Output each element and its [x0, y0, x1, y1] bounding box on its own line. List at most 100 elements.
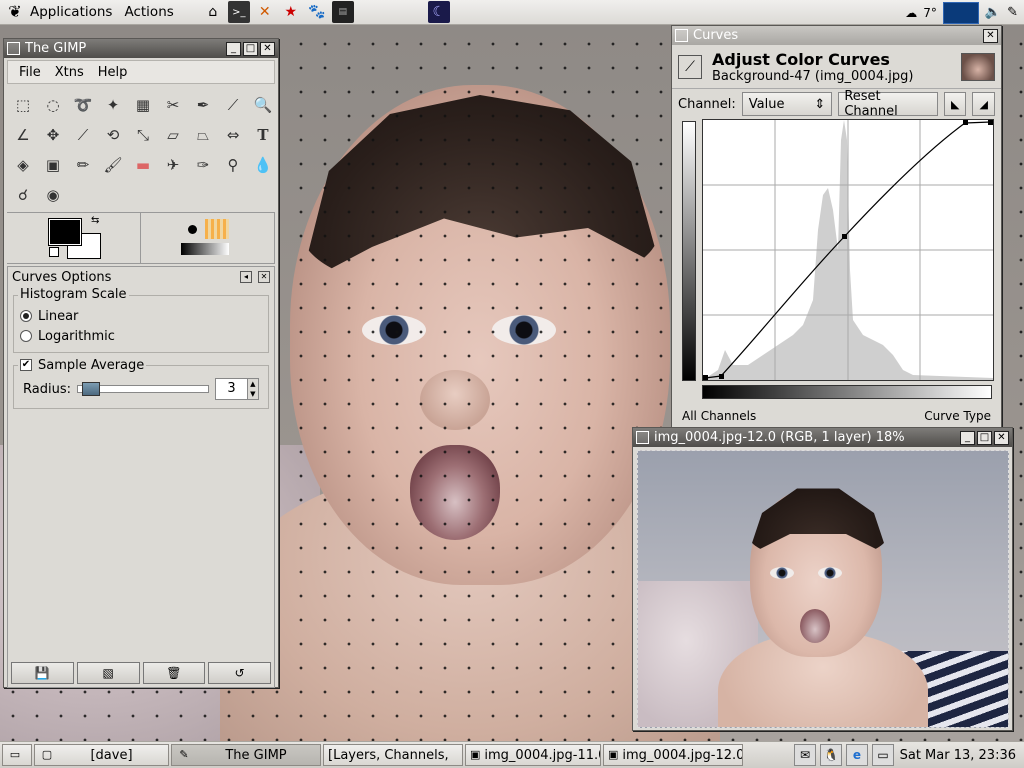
reset-channel-button[interactable]: Reset Channel	[838, 89, 938, 119]
system-monitor-icon[interactable]	[942, 1, 979, 24]
dock-close-icon[interactable]: ✕	[258, 271, 270, 283]
task-the-gimp[interactable]: ✎ The GIMP	[171, 744, 321, 766]
star-icon[interactable]: ★	[280, 1, 302, 23]
actions-menu[interactable]: Actions	[118, 0, 179, 25]
smudge-icon[interactable]: 💧	[248, 150, 278, 180]
fuzzy-select-icon[interactable]: ✦	[98, 90, 128, 120]
logarithmic-radio[interactable]	[20, 330, 32, 342]
radius-slider-thumb[interactable]	[81, 382, 100, 396]
radius-slider[interactable]	[76, 382, 210, 396]
task-image-11[interactable]: ▣ img_0004.jpg-11.0	[465, 744, 601, 766]
moon-icon[interactable]: ☾	[427, 1, 450, 23]
minimize-button[interactable]: _	[960, 430, 975, 445]
image-titlebar[interactable]: img_0004.jpg-12.0 (RGB, 1 layer) 18% _ □…	[633, 428, 1012, 447]
show-desktop-button[interactable]: ▭	[2, 744, 32, 766]
window-menu-icon[interactable]	[636, 431, 649, 444]
gimp-tray-icon[interactable]: ✎	[1007, 5, 1018, 20]
airbrush-icon[interactable]: ✈	[158, 150, 188, 180]
rect-select-icon[interactable]: ⬚	[8, 90, 38, 120]
channel-select[interactable]: Value ⇕	[741, 92, 833, 116]
sample-average-row[interactable]: ✔ Sample Average	[18, 355, 147, 375]
mail-icon[interactable]: ✉	[794, 744, 816, 766]
applications-menu[interactable]: ❦ Applications	[0, 0, 118, 25]
gimp-toolbox-window: The GIMP _ □ ✕ File Xtns Help ⬚ ◌ ➰ ✦ ▦ …	[3, 38, 279, 688]
perspective-icon[interactable]: ⏢	[188, 120, 218, 150]
swap-colors-icon[interactable]: ⇆	[91, 215, 99, 226]
blend-icon[interactable]: ▣	[38, 150, 68, 180]
ink-icon[interactable]: ✑	[188, 150, 218, 180]
terminal-icon[interactable]: >_	[227, 1, 250, 23]
color-select-icon[interactable]: ▦	[128, 90, 158, 120]
home-icon[interactable]: ⌂	[202, 1, 224, 23]
task-layers-channels[interactable]: [Layers, Channels,	[323, 744, 463, 766]
dodge-icon[interactable]: ☌	[8, 180, 38, 210]
ellipse-select-icon[interactable]: ◌	[38, 90, 68, 120]
scale-icon[interactable]: ⤡	[128, 120, 158, 150]
eraser-icon[interactable]: ▬	[128, 150, 158, 180]
x-icon[interactable]: ✕	[254, 1, 276, 23]
curves-graph[interactable]	[702, 119, 994, 381]
brush-preview[interactable]	[181, 219, 203, 239]
weather-icon[interactable]: ☁	[905, 6, 917, 20]
toolbox-titlebar[interactable]: The GIMP _ □ ✕	[4, 39, 278, 58]
flip-icon[interactable]: ⇔	[218, 120, 248, 150]
task-dave[interactable]: ▢ [dave]	[34, 744, 169, 766]
window-menu-icon[interactable]	[675, 29, 688, 42]
close-button[interactable]: ✕	[260, 41, 275, 56]
radius-spin-buttons[interactable]: ▲ ▼	[247, 378, 259, 400]
task-image-12[interactable]: ▣ img_0004.jpg-12.0	[603, 744, 743, 766]
color-picker-icon[interactable]: ⟋	[218, 90, 248, 120]
restore-options-icon[interactable]: ▧	[76, 662, 140, 684]
pattern-preview[interactable]	[205, 219, 229, 239]
tux-icon[interactable]: 🐧	[820, 744, 842, 766]
window-menu-icon[interactable]	[7, 42, 20, 55]
text-icon[interactable]: T	[248, 120, 278, 150]
reset-options-icon[interactable]: ↺	[208, 662, 271, 684]
clone-icon[interactable]: ⚲	[218, 150, 248, 180]
curves-grid	[703, 120, 993, 380]
sample-average-checkbox[interactable]: ✔	[20, 359, 32, 371]
gimp-icon[interactable]: 🐾	[306, 1, 328, 23]
save-options-icon[interactable]: 💾	[11, 662, 74, 684]
lasso-icon[interactable]: ➰	[68, 90, 98, 120]
meter-icon[interactable]: ▤	[331, 1, 354, 23]
reset-colors-icon[interactable]	[49, 247, 59, 257]
clock[interactable]: Sat Mar 13, 23:36	[900, 742, 1016, 768]
dock-menu-icon[interactable]: ◂	[240, 271, 252, 283]
scissors-icon[interactable]: ✂	[158, 90, 188, 120]
paintbrush-icon[interactable]: 🖌	[98, 150, 128, 180]
maximize-button[interactable]: □	[243, 41, 258, 56]
zoom-icon[interactable]: 🔍	[248, 90, 278, 120]
help-menu[interactable]: Help	[93, 65, 133, 80]
bucket-fill-icon[interactable]: ◈	[8, 150, 38, 180]
volume-icon[interactable]: 🔈	[985, 5, 1001, 20]
xtns-menu[interactable]: Xtns	[50, 65, 89, 80]
logarithmic-radio-row[interactable]: Logarithmic	[20, 326, 262, 346]
close-button[interactable]: ✕	[983, 28, 998, 43]
shear-icon[interactable]: ▱	[158, 120, 188, 150]
paths-icon[interactable]: ✒	[188, 90, 218, 120]
linear-radio[interactable]	[20, 310, 32, 322]
gradient-preview[interactable]	[181, 243, 229, 255]
crop-icon[interactable]: ⟋	[68, 120, 98, 150]
log-histogram-icon[interactable]: ◢	[972, 92, 996, 116]
linear-radio-row[interactable]: Linear	[20, 306, 262, 326]
pencil-icon[interactable]: ✏	[68, 150, 98, 180]
curves-titlebar[interactable]: Curves ✕	[672, 26, 1001, 45]
close-button[interactable]: ✕	[994, 430, 1009, 445]
task-label: [Layers, Channels,	[328, 747, 449, 763]
linear-histogram-icon[interactable]: ◣	[943, 92, 967, 116]
delete-options-icon[interactable]: 🗑	[142, 662, 206, 684]
convolve-icon[interactable]: ◉	[38, 180, 68, 210]
foreground-color-swatch[interactable]	[48, 218, 82, 246]
image-canvas[interactable]	[637, 450, 1009, 728]
measure-icon[interactable]: ∠	[8, 120, 38, 150]
browser-icon[interactable]: e	[846, 744, 868, 766]
rotate-icon[interactable]: ⟲	[98, 120, 128, 150]
maximize-button[interactable]: □	[977, 430, 992, 445]
move-icon[interactable]: ✥	[38, 120, 68, 150]
minimize-button[interactable]: _	[226, 41, 241, 56]
workspace-switcher-icon[interactable]: ▭	[872, 744, 894, 766]
radius-spin-input[interactable]: 3	[215, 378, 248, 400]
file-menu[interactable]: File	[14, 65, 46, 80]
